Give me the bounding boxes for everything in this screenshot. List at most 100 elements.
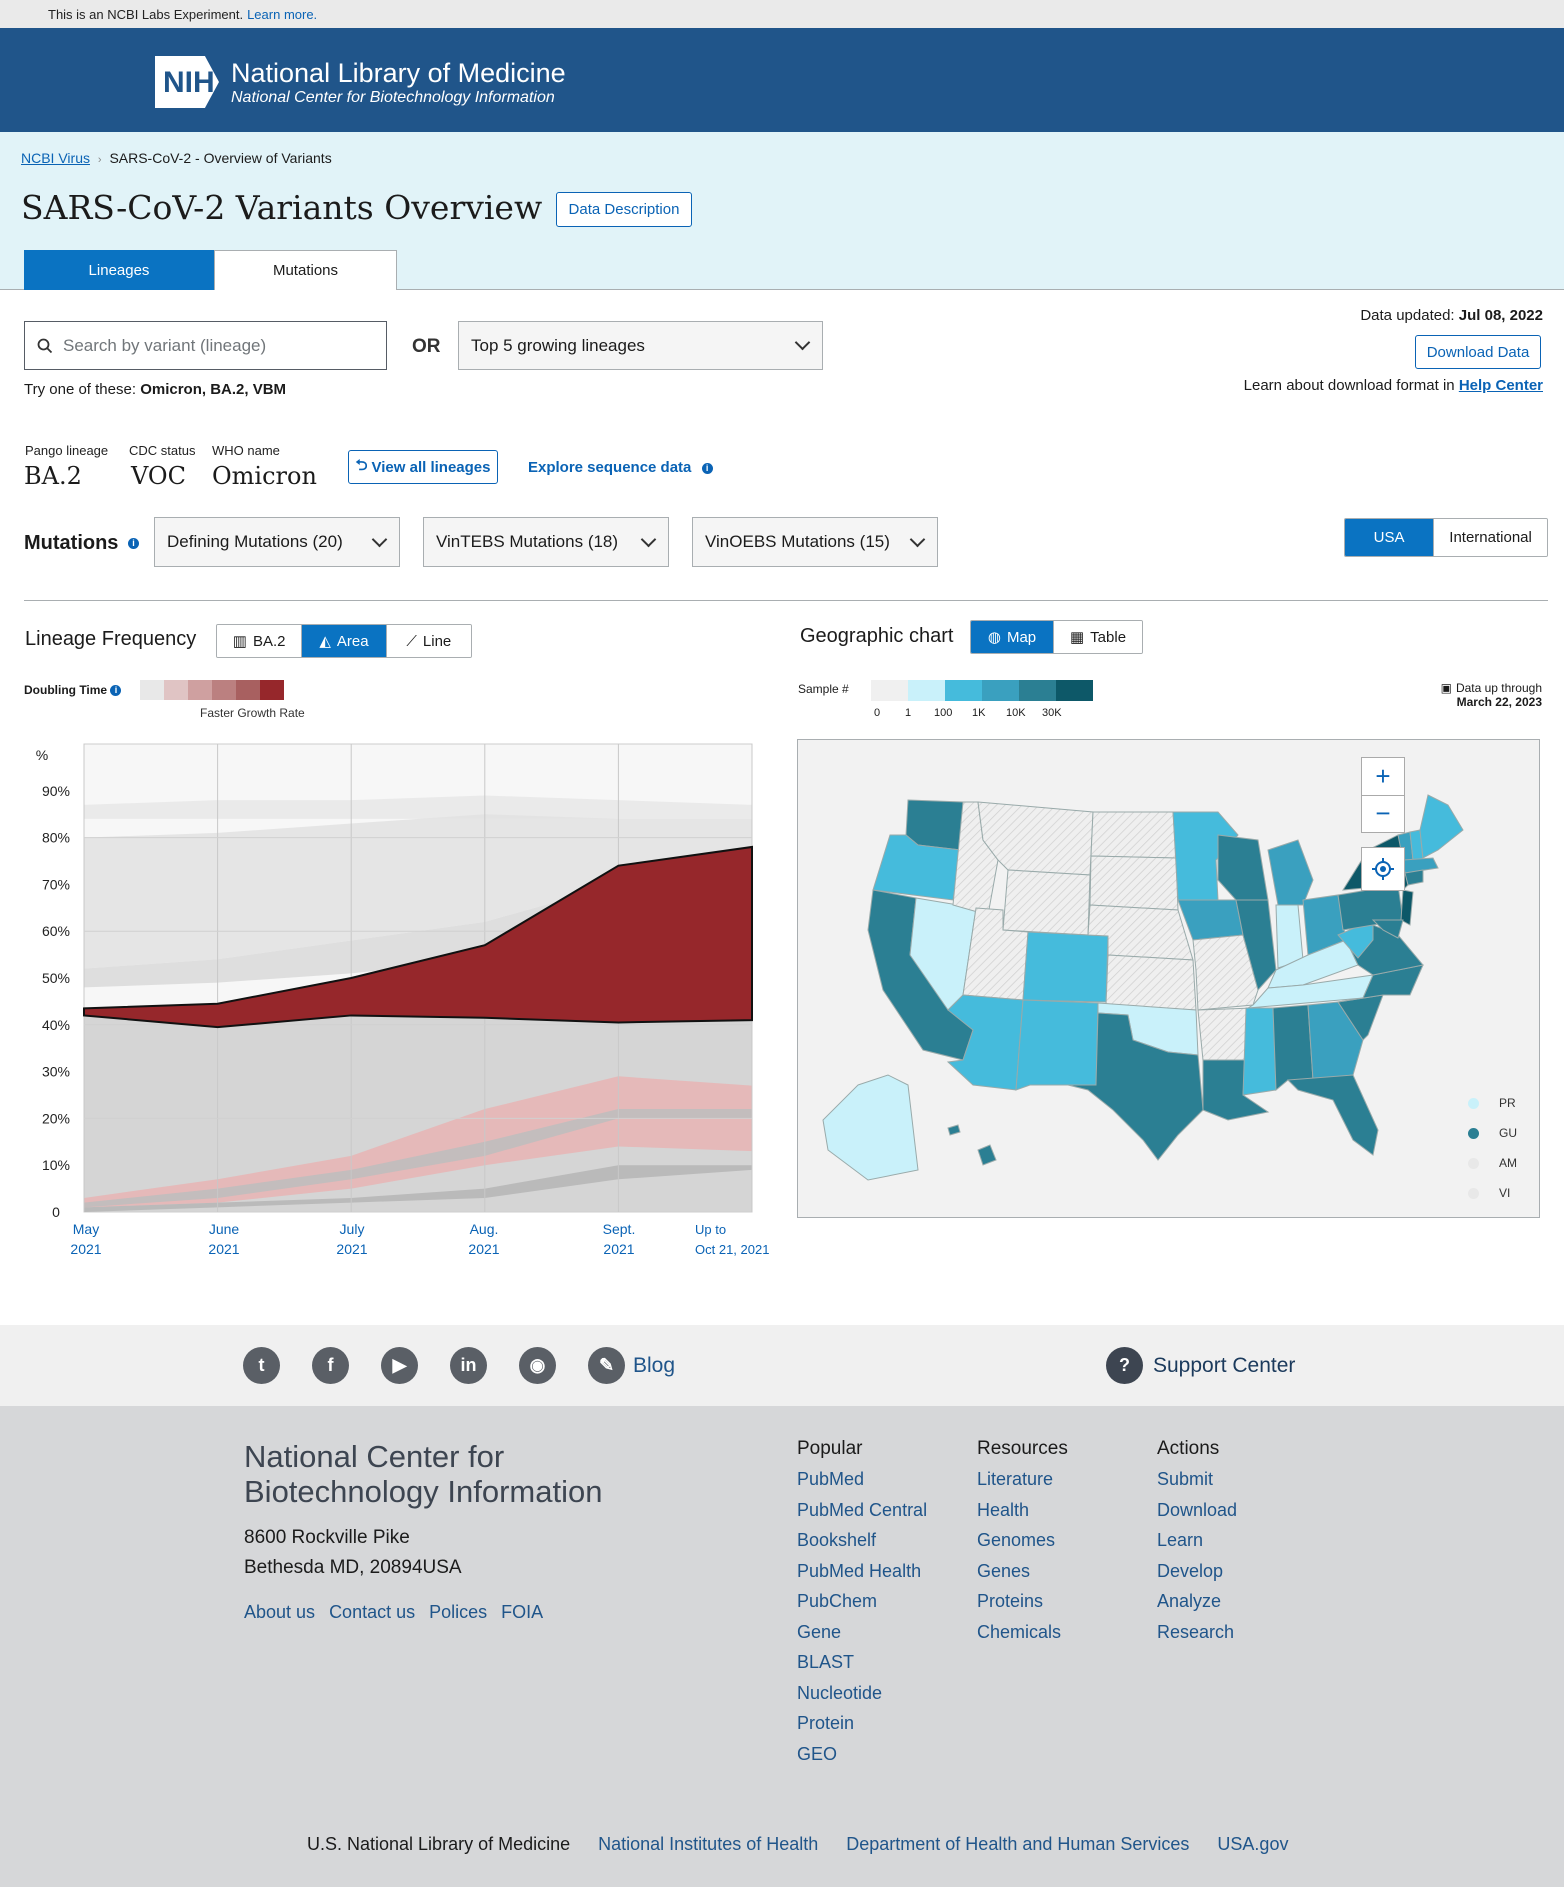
- geo-toggle-table[interactable]: ▦ Table: [1054, 621, 1142, 653]
- footer-bottom-link[interactable]: U.S. National Library of Medicine: [307, 1834, 570, 1855]
- footer-column-link[interactable]: PubMed: [797, 1464, 977, 1495]
- footer-column-link[interactable]: Develop: [1157, 1556, 1337, 1587]
- footer-column-link[interactable]: Genomes: [977, 1525, 1157, 1556]
- state-ak[interactable]: [822, 1074, 919, 1181]
- footer-link[interactable]: Polices: [429, 1602, 487, 1623]
- breadcrumb-ncbi-virus[interactable]: NCBI Virus: [21, 150, 90, 166]
- territory-am[interactable]: AM: [1468, 1148, 1517, 1178]
- footer-column-link[interactable]: PubMed Central: [797, 1495, 977, 1526]
- state-fl[interactable]: [1286, 1074, 1379, 1156]
- footer-column-link[interactable]: Proteins: [977, 1586, 1157, 1617]
- state-in[interactable]: [1275, 904, 1304, 969]
- state-co[interactable]: [1022, 931, 1109, 1003]
- footer-column-link[interactable]: Health: [977, 1495, 1157, 1526]
- vintebs-mutations-dropdown[interactable]: VinTEBS Mutations (18): [423, 517, 669, 567]
- data-through-label: Data up through: [1455, 681, 1542, 695]
- info-icon[interactable]: i: [128, 538, 139, 550]
- us-map-panel[interactable]: + − PR GU AM VI: [797, 739, 1540, 1218]
- top-lineages-dropdown[interactable]: Top 5 growing lineages: [458, 321, 823, 370]
- state-nd[interactable]: [1090, 811, 1177, 859]
- footer-column-link[interactable]: Bookshelf: [797, 1525, 977, 1556]
- footer-column-link[interactable]: Submit: [1157, 1464, 1337, 1495]
- linkedin-icon[interactable]: in: [450, 1347, 487, 1384]
- geo-toggle-map[interactable]: ◍ Map: [971, 621, 1055, 653]
- nlm-logo[interactable]: NIH National Library of Medicine Nationa…: [155, 54, 566, 110]
- zoom-in-button[interactable]: +: [1362, 758, 1404, 796]
- defining-mutations-dropdown[interactable]: Defining Mutations (20): [154, 517, 400, 567]
- tab-lineages[interactable]: Lineages: [24, 250, 214, 290]
- footer-link[interactable]: FOIA: [501, 1602, 543, 1623]
- footer-bottom-link[interactable]: USA.gov: [1217, 1834, 1288, 1855]
- footer-column-link[interactable]: PubChem: [797, 1586, 977, 1617]
- lineage-frequency-chart[interactable]: 100% 90% 80% 70% 60% 50% 40% 30% 20% 10% 0 May 2021 J…: [0, 740, 780, 1270]
- chart-toggle-area[interactable]: ◭ Area: [302, 625, 387, 657]
- state-me[interactable]: [1419, 794, 1464, 859]
- locate-button[interactable]: [1361, 847, 1405, 891]
- search-hint-values[interactable]: Omicron, BA.2, VBM: [140, 381, 286, 398]
- download-data-button[interactable]: Download Data: [1415, 335, 1541, 369]
- footer-bottom-link[interactable]: Department of Health and Human Services: [846, 1834, 1189, 1855]
- footer-link[interactable]: About us: [244, 1602, 315, 1623]
- territory-gu[interactable]: GU: [1468, 1118, 1517, 1148]
- footer-column-link[interactable]: Research: [1157, 1617, 1337, 1648]
- lineage-search-input[interactable]: Search by variant (lineage): [24, 321, 387, 370]
- territory-pr[interactable]: PR: [1468, 1088, 1517, 1118]
- site-header: NIH National Library of Medicine Nationa…: [0, 28, 1564, 132]
- state-sd[interactable]: [1089, 855, 1179, 911]
- state-ms[interactable]: [1242, 1007, 1277, 1096]
- tab-mutations[interactable]: Mutations: [214, 250, 397, 290]
- territory-vi[interactable]: VI: [1468, 1178, 1517, 1208]
- footer-link[interactable]: Contact us: [329, 1602, 415, 1623]
- footer-column-link[interactable]: Analyze: [1157, 1586, 1337, 1617]
- state-hi[interactable]: [977, 1144, 997, 1166]
- region-usa[interactable]: USA: [1345, 519, 1435, 556]
- state-ks[interactable]: [1105, 954, 1197, 1011]
- zoom-out-button[interactable]: −: [1362, 796, 1404, 833]
- view-all-lineages-button[interactable]: ⮌ View all lineages: [348, 450, 498, 484]
- state-mi[interactable]: [1267, 839, 1314, 906]
- footer-column-link[interactable]: Literature: [977, 1464, 1157, 1495]
- footer-column-link[interactable]: Protein: [797, 1708, 977, 1739]
- explore-sequence-link[interactable]: Explore sequence data i: [528, 459, 713, 476]
- footer-column-link[interactable]: GEO: [797, 1739, 977, 1770]
- data-description-button[interactable]: Data Description: [556, 192, 692, 227]
- chart-toggle-ba2-label: BA.2: [252, 632, 286, 650]
- help-center-link[interactable]: Help Center: [1459, 377, 1543, 394]
- sample-scale-label: 0: [874, 707, 881, 719]
- footer-column-link[interactable]: Nucleotide: [797, 1678, 977, 1709]
- state-ia[interactable]: [1177, 899, 1244, 941]
- blog-icon: ✎: [588, 1347, 625, 1384]
- youtube-icon[interactable]: ▶: [381, 1347, 418, 1384]
- doubling-swatch-3: [212, 680, 236, 700]
- us-choropleth-map[interactable]: [798, 740, 1540, 1218]
- facebook-icon[interactable]: f: [312, 1347, 349, 1384]
- vinoebs-mutations-dropdown[interactable]: VinOEBS Mutations (15): [692, 517, 938, 567]
- blog-link[interactable]: ✎ Blog: [588, 1347, 675, 1384]
- footer-column-link[interactable]: Learn: [1157, 1525, 1337, 1556]
- chart-toggle-line[interactable]: ⟋ Line: [386, 625, 471, 657]
- github-icon[interactable]: ◉: [519, 1347, 556, 1384]
- info-icon[interactable]: i: [701, 462, 713, 474]
- or-separator: OR: [412, 336, 441, 357]
- info-icon[interactable]: i: [110, 685, 122, 697]
- footer-column-link[interactable]: Gene: [797, 1617, 977, 1648]
- footer-bottom-link[interactable]: National Institutes of Health: [598, 1834, 818, 1855]
- footer-column-link[interactable]: Download: [1157, 1495, 1337, 1526]
- chart-toggle-ba2[interactable]: ▥ BA.2: [217, 625, 303, 657]
- footer-column-link[interactable]: BLAST: [797, 1647, 977, 1678]
- support-center-link[interactable]: ? Support Center: [1106, 1347, 1295, 1384]
- region-international[interactable]: International: [1434, 519, 1547, 556]
- state-hi-2[interactable]: [947, 1124, 961, 1136]
- state-al[interactable]: [1272, 1004, 1314, 1092]
- footer-column-link[interactable]: PubMed Health: [797, 1556, 977, 1587]
- footer-column-link[interactable]: Chemicals: [977, 1617, 1157, 1648]
- learn-more-link[interactable]: Learn more.: [247, 7, 317, 22]
- footer-column-link[interactable]: Genes: [977, 1556, 1157, 1587]
- twitter-icon[interactable]: t: [243, 1347, 280, 1384]
- state-nm[interactable]: [1015, 999, 1099, 1091]
- doubling-time-label: Doubling Time i: [24, 683, 122, 697]
- state-wi[interactable]: [1217, 834, 1269, 901]
- state-wy[interactable]: [1002, 869, 1091, 936]
- state-ct[interactable]: [1404, 869, 1424, 886]
- lineage-frequency-title: Lineage Frequency: [25, 628, 197, 650]
